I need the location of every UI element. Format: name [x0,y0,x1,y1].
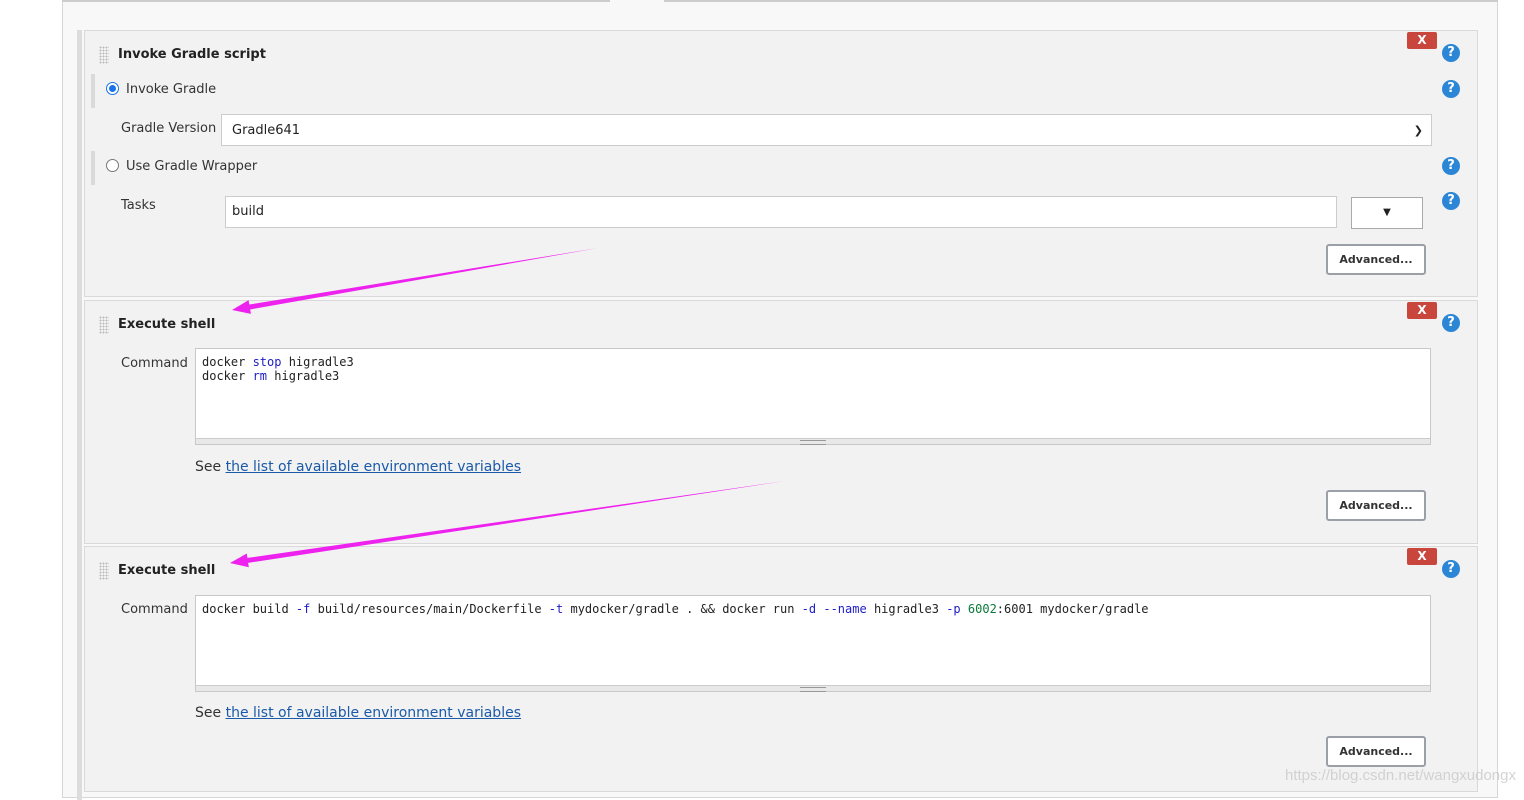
watermark: https://blog.csdn.net/wangxudongx [1285,767,1516,784]
arrow-icon [230,481,785,568]
arrow-icon [232,248,598,314]
annotation-arrows [230,248,785,568]
